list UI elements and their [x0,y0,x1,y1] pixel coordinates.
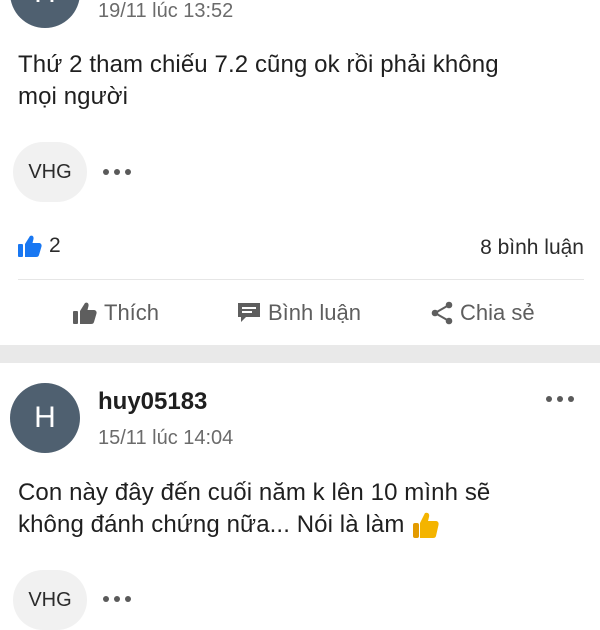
thumbs-up-icon [73,302,97,324]
post-text-line-2: mọi người [18,83,129,110]
like-button-label: Thích [104,300,160,325]
divider [18,279,584,280]
thumbs-up-emoji-icon [413,512,440,538]
like-reaction-icon [18,235,42,257]
stock-tag-chip[interactable]: VHG [13,142,87,202]
post-text: Thứ 2 tham chiếu 7.2 cũng ok rồi phải kh… [18,49,499,113]
post-text: Con này đây đến cuối năm k lên 10 mình s… [18,477,490,541]
avatar-letter: H [34,401,56,434]
more-dots-icon[interactable] [546,396,574,402]
stock-tag-label: VHG [28,588,72,611]
comment-icon [238,303,260,322]
stock-tag-label: VHG [28,160,72,183]
comment-button-label: Bình luận [268,300,361,325]
avatar[interactable]: H [10,0,80,28]
post-separator [0,345,600,363]
post-timestamp: 19/11 lúc 13:52 [98,0,234,22]
username[interactable]: huy05183 [98,388,207,416]
avatar[interactable]: H [10,383,80,453]
avatar-letter: H [34,0,56,10]
stock-tag-chip[interactable]: VHG [13,570,87,630]
like-summary[interactable]: 2 [17,234,61,258]
share-button-label: Chia sẻ [460,300,535,325]
comment-count[interactable]: 8 bình luận [480,236,584,260]
like-button[interactable]: Thích [72,300,159,326]
more-dots-icon[interactable] [103,169,131,175]
post-text-line-2: không đánh chứng nữa... Nói là làm [18,511,405,538]
comment-button[interactable]: Bình luận [236,300,361,326]
like-count: 2 [49,234,61,257]
share-icon [431,301,453,325]
share-button[interactable]: Chia sẻ [430,300,535,326]
more-dots-icon[interactable] [103,596,131,602]
post-text-line-1: Thứ 2 tham chiếu 7.2 cũng ok rồi phải kh… [18,51,499,78]
post-text-line-1: Con này đây đến cuối năm k lên 10 mình s… [18,479,491,506]
post-timestamp: 15/11 lúc 14:04 [98,427,234,449]
